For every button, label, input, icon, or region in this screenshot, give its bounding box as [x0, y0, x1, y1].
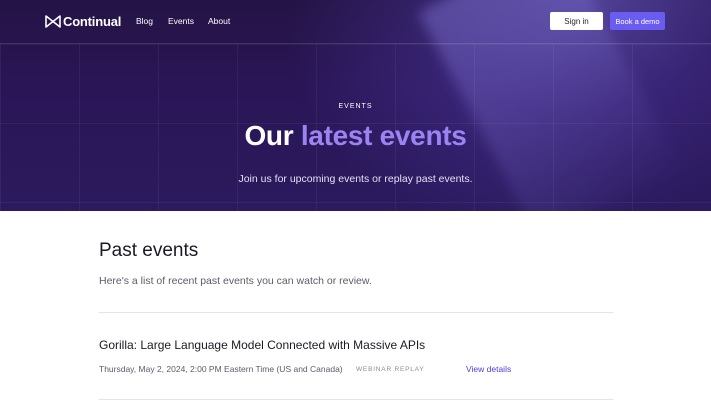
nav-link-blog[interactable]: Blog [136, 16, 153, 26]
event-type-badge: WEBINAR REPLAY [356, 366, 425, 373]
brand-logo[interactable]: Continual [45, 13, 121, 29]
sign-in-button[interactable]: Sign in [550, 12, 603, 30]
hero-section: Continual Blog Events About Sign in Book… [0, 0, 711, 211]
bowtie-logo-icon [45, 14, 61, 28]
hero-title: Our latest events [0, 120, 711, 152]
past-events-subtitle: Here's a list of recent past events you … [99, 275, 372, 287]
nav-link-events[interactable]: Events [168, 16, 194, 26]
nav-link-about[interactable]: About [208, 16, 230, 26]
hero-subtitle: Join us for upcoming events or replay pa… [238, 173, 473, 185]
brand-name: Continual [63, 13, 122, 29]
top-navigation: Continual Blog Events About Sign in Book… [0, 0, 711, 44]
event-date: Thursday, May 2, 2024, 2:00 PM Eastern T… [99, 364, 343, 374]
hero-eyebrow: EVENTS [338, 103, 373, 110]
hero-title-accent: latest events [300, 120, 467, 151]
view-details-link[interactable]: View details [466, 364, 511, 374]
event-title[interactable]: Gorilla: Large Language Model Connected … [99, 338, 425, 352]
book-demo-button[interactable]: Book a demo [610, 12, 665, 30]
hero-title-prefix: Our [244, 120, 294, 151]
past-events-title: Past events [99, 240, 199, 261]
divider [99, 312, 613, 313]
